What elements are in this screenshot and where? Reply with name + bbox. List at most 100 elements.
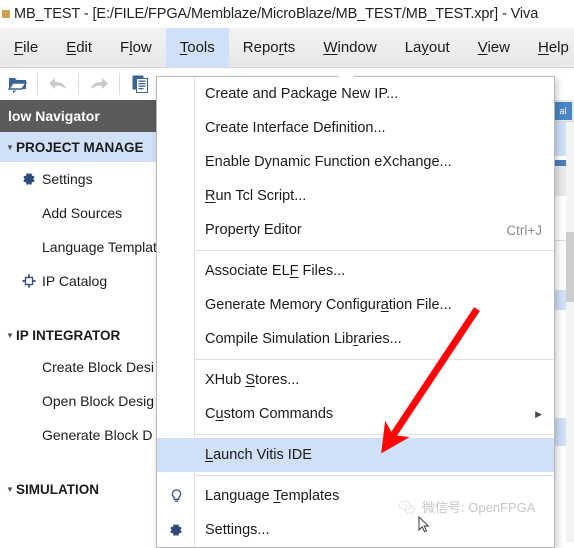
- chevron-down-icon: ▼: [6, 330, 14, 340]
- menu-tools[interactable]: Tools: [165, 28, 229, 67]
- undo-arrow-icon: [49, 78, 66, 89]
- flow-navigator-item-label: Settings: [42, 171, 93, 187]
- menu-item-run-tcl-script[interactable]: Run Tcl Script...: [157, 179, 554, 213]
- menu-label: Edit: [66, 39, 93, 56]
- undo-button[interactable]: [41, 69, 75, 99]
- reports-button[interactable]: [123, 69, 157, 99]
- menu-layout[interactable]: Layout: [391, 28, 464, 67]
- menu-label: View: [477, 39, 510, 56]
- open-folder-icon: [7, 77, 27, 93]
- menu-window[interactable]: Window: [309, 28, 390, 67]
- flow-navigator-item-ip-catalog[interactable]: IP Catalog: [0, 264, 156, 298]
- menu-item-label: Create Interface Definition...: [205, 120, 386, 136]
- window-title-bar: MB_TEST - [E:/FILE/FPGA/Memblaze/MicroBl…: [0, 0, 574, 28]
- menu-pointer-tip: [338, 69, 354, 77]
- menu-item-label: Compile Simulation Libraries...: [205, 331, 402, 347]
- menu-separator: [195, 359, 554, 360]
- wechat-logo-icon: [398, 500, 416, 514]
- scrollbar-thumb[interactable]: [566, 232, 574, 302]
- menu-item-compile-simulation-libraries[interactable]: Compile Simulation Libraries...: [157, 322, 554, 356]
- app-icon: [2, 10, 10, 18]
- menu-label: Tools: [179, 39, 215, 56]
- report-icon: [132, 75, 148, 93]
- chevron-down-icon: ▼: [6, 484, 14, 494]
- menu-item-xhub-stores[interactable]: XHub Stores...: [157, 363, 554, 397]
- mouse-cursor-icon: [418, 516, 430, 533]
- panel-tab-chip[interactable]: al: [554, 102, 572, 120]
- flow-navigator-spacer: [0, 298, 156, 320]
- menu-item-label: Settings...: [205, 522, 270, 538]
- menu-label: Help: [537, 39, 569, 56]
- menu-item-label: Property Editor: [205, 222, 302, 238]
- ip-catalog-icon: [18, 274, 40, 288]
- panel-vertical-scrollbar[interactable]: [566, 122, 574, 542]
- menu-item-enable-dynamic-function-exchange[interactable]: Enable Dynamic Function eXchange...: [157, 145, 554, 179]
- menu-separator: [195, 475, 554, 476]
- flow-navigator-item-label: Language Templat: [42, 239, 156, 255]
- open-project-button[interactable]: [0, 69, 34, 99]
- flow-navigator-item-generate-block-d[interactable]: Generate Block D: [0, 418, 156, 452]
- gear-icon: [18, 172, 40, 186]
- toolbar-separator: [37, 73, 38, 95]
- lightbulb-icon: [157, 488, 195, 504]
- menu-bar: File Edit Flow Tools Reports Window Layout View…: [0, 28, 574, 68]
- menu-edit[interactable]: Edit: [52, 28, 106, 67]
- flow-navigator-spacer: [0, 452, 156, 474]
- menu-help[interactable]: Help: [524, 28, 574, 67]
- toolbar-separator: [78, 73, 79, 95]
- flow-navigator-item-settings[interactable]: Settings: [0, 162, 156, 196]
- menu-item-label: Launch Vitis IDE: [205, 447, 312, 463]
- tools-dropdown-menu: Create and Package New IP... Create Inter…: [156, 76, 555, 548]
- flow-navigator-item-label: IP Catalog: [42, 273, 108, 289]
- menu-label: Flow: [120, 39, 152, 56]
- menu-label: Layout: [404, 39, 450, 56]
- menu-item-label: Create and Package New IP...: [205, 86, 399, 102]
- menu-label: Window: [323, 39, 377, 56]
- flow-navigator-item-language-templat[interactable]: Language Templat: [0, 230, 156, 264]
- window-title: MB_TEST - [E:/FILE/FPGA/Memblaze/MicroBl…: [14, 6, 539, 22]
- flow-navigator-section-label: PROJECT MANAGE: [16, 139, 144, 155]
- menu-view[interactable]: View: [464, 28, 524, 67]
- menu-item-custom-commands[interactable]: Custom Commands ▶: [157, 397, 554, 431]
- menu-item-associate-elf-files[interactable]: Associate ELF Files...: [157, 254, 554, 288]
- flow-navigator-panel: low Navigator ▼ PROJECT MANAGE Settings Add…: [0, 100, 156, 542]
- flow-navigator-item-add-sources[interactable]: Add Sources: [0, 196, 156, 230]
- menu-item-label: Associate ELF Files...: [205, 263, 346, 279]
- menu-item-create-interface-definition[interactable]: Create Interface Definition...: [157, 111, 554, 145]
- flow-navigator-item-label: Generate Block D: [42, 427, 153, 443]
- tools-menu-list: Create and Package New IP... Create Inter…: [157, 77, 554, 547]
- redo-button[interactable]: [82, 69, 116, 99]
- menu-item-shortcut: Ctrl+J: [506, 222, 542, 238]
- flow-navigator-item-label: Add Sources: [42, 205, 123, 221]
- flow-navigator-item-open-block-desig[interactable]: Open Block Desig: [0, 384, 156, 418]
- menu-item-label: Enable Dynamic Function eXchange...: [205, 154, 452, 170]
- menu-reports[interactable]: Reports: [229, 28, 310, 67]
- flow-navigator-section-ip-integrator[interactable]: ▼ IP INTEGRATOR: [0, 320, 156, 350]
- menu-label: Reports: [242, 39, 296, 56]
- toolbar-separator: [119, 73, 120, 95]
- menu-flow[interactable]: Flow: [106, 28, 166, 67]
- watermark: 微信号: OpenFPGA: [398, 497, 535, 516]
- menu-separator: [195, 250, 554, 251]
- flow-navigator-section-simulation[interactable]: ▼ SIMULATION: [0, 474, 156, 504]
- menu-separator: [195, 434, 554, 435]
- menu-item-property-editor[interactable]: Property Editor Ctrl+J: [157, 213, 554, 247]
- flow-navigator-section-label: IP INTEGRATOR: [16, 327, 121, 343]
- flow-navigator-section-label: SIMULATION: [16, 481, 99, 497]
- gear-icon: [157, 523, 195, 537]
- chevron-right-icon: ▶: [535, 408, 542, 419]
- menu-item-create-and-package-new-ip[interactable]: Create and Package New IP...: [157, 77, 554, 111]
- menu-item-generate-memory-configuration-file[interactable]: Generate Memory Configuration File...: [157, 288, 554, 322]
- menu-item-label: Run Tcl Script...: [205, 188, 307, 204]
- flow-navigator-item-label: Create Block Desi: [42, 359, 155, 375]
- chevron-down-icon: ▼: [6, 142, 14, 152]
- menu-label: File: [14, 39, 39, 56]
- menu-item-label: Generate Memory Configuration File...: [205, 297, 452, 313]
- flow-navigator-tree: ▼ PROJECT MANAGE Settings Add Sources Langua…: [0, 132, 156, 504]
- flow-navigator-section-project-manage[interactable]: ▼ PROJECT MANAGE: [0, 132, 156, 162]
- menu-file[interactable]: File: [0, 28, 52, 67]
- watermark-text: 微信号: OpenFPGA: [422, 500, 536, 515]
- flow-navigator-item-create-block-desi[interactable]: Create Block Desi: [0, 350, 156, 384]
- flow-navigator-item-label: Open Block Desig: [42, 393, 155, 409]
- menu-item-launch-vitis-ide[interactable]: Launch Vitis IDE: [157, 438, 554, 472]
